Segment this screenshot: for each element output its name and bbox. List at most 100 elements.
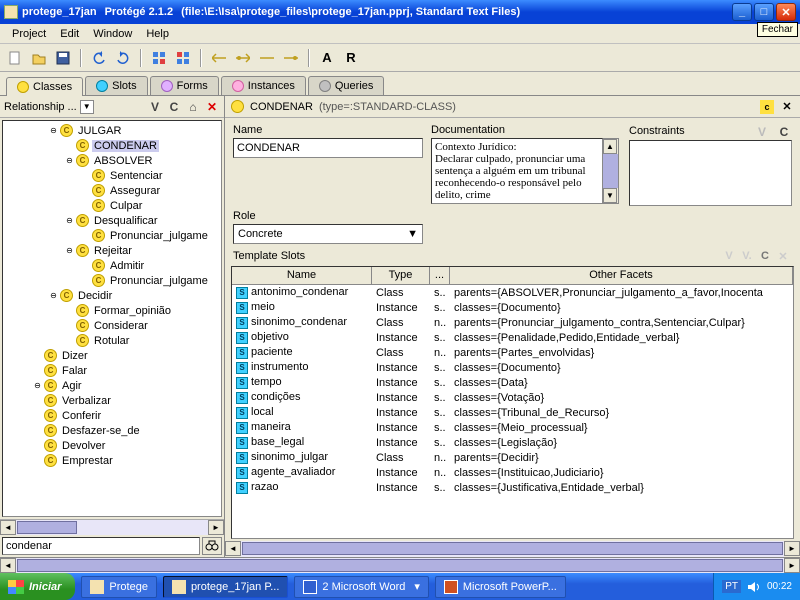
tool-r[interactable]: R xyxy=(342,49,360,67)
tab-slots[interactable]: Slots xyxy=(85,76,147,95)
undo-icon[interactable] xyxy=(90,49,108,67)
role-select[interactable]: Concrete▼ xyxy=(233,224,423,244)
table-row[interactable]: Ssinonimo_julgarClassn..parents={Decidir… xyxy=(232,450,793,465)
tab-instances[interactable]: Instances xyxy=(221,76,306,95)
panel-hthumb[interactable] xyxy=(242,542,783,555)
tree-node[interactable]: CEmprestar xyxy=(3,453,221,468)
panel-scroll-right[interactable]: ► xyxy=(784,541,800,556)
slot-btn-1[interactable]: V xyxy=(720,248,738,264)
tree-node[interactable]: CSentenciar xyxy=(3,168,221,183)
table-row[interactable]: SmeioInstances..classes={Documento} xyxy=(232,300,793,315)
scroll-left-icon[interactable]: ◄ xyxy=(0,520,16,535)
create-btn[interactable]: C xyxy=(166,99,182,115)
class-tree[interactable]: ⊖CJULGARCCONDENAR⊖CABSOLVERCSentenciarCA… xyxy=(2,120,222,517)
close-button[interactable]: ✕ xyxy=(776,3,796,21)
redo-icon[interactable] xyxy=(114,49,132,67)
tab-forms[interactable]: Forms xyxy=(150,76,219,95)
tree-node[interactable]: CCONDENAR xyxy=(3,138,221,153)
tool-icon-4[interactable] xyxy=(234,49,252,67)
tree-node[interactable]: CRotular xyxy=(3,333,221,348)
tree-node[interactable]: CFalar xyxy=(3,363,221,378)
tool-icon-2[interactable] xyxy=(174,49,192,67)
col-dots[interactable]: ... xyxy=(430,267,450,284)
tree-node[interactable]: CDevolver xyxy=(3,438,221,453)
col-type[interactable]: Type xyxy=(372,267,430,284)
menu-window[interactable]: Window xyxy=(87,26,138,42)
task-protege[interactable]: Protege xyxy=(81,576,157,598)
tool-icon-6[interactable] xyxy=(282,49,300,67)
tree-node[interactable]: CVerbalizar xyxy=(3,393,221,408)
tree-node[interactable]: ⊖CDecidir xyxy=(3,288,221,303)
collapse-btn[interactable]: c xyxy=(760,100,774,114)
constraints-box[interactable] xyxy=(629,140,792,206)
table-row[interactable]: Santonimo_condenarClasss..parents={ABSOL… xyxy=(232,285,793,300)
table-row[interactable]: Sbase_legalInstances..classes={Legislaçã… xyxy=(232,435,793,450)
tool-icon-5[interactable] xyxy=(258,49,276,67)
table-row[interactable]: SlocalInstances..classes={Tribunal_de_Re… xyxy=(232,405,793,420)
doc-field[interactable]: Contexto Jurídico: Declarar culpado, pro… xyxy=(431,138,603,204)
tree-node[interactable]: CPronunciar_julgame xyxy=(3,228,221,243)
table-row[interactable]: SrazaoInstances..classes={Justificativa,… xyxy=(232,480,793,495)
table-row[interactable]: StempoInstances..classes={Data} xyxy=(232,375,793,390)
tool-icon-3[interactable] xyxy=(210,49,228,67)
menu-edit[interactable]: Edit xyxy=(54,26,85,42)
name-field[interactable] xyxy=(233,138,423,158)
scrollbar-thumb[interactable] xyxy=(17,521,77,534)
new-icon[interactable] xyxy=(6,49,24,67)
scroll-right-icon[interactable]: ► xyxy=(208,520,224,535)
binoculars-icon[interactable] xyxy=(202,537,222,555)
outer-hthumb[interactable] xyxy=(17,559,783,572)
slot-btn-4[interactable]: ✕ xyxy=(774,248,792,264)
tree-node[interactable]: CAssegurar xyxy=(3,183,221,198)
tree-node[interactable]: CDizer xyxy=(3,348,221,363)
doc-scrollbar[interactable]: ▲ ▼ xyxy=(603,138,619,204)
outer-scroll-left[interactable]: ◄ xyxy=(0,558,16,573)
minimize-button[interactable]: _ xyxy=(732,3,752,21)
table-row[interactable]: SinstrumentoInstances..classes={Document… xyxy=(232,360,793,375)
table-row[interactable]: SobjetivoInstances..classes={Penalidade,… xyxy=(232,330,793,345)
tree-node[interactable]: CPronunciar_julgame xyxy=(3,273,221,288)
tree-node[interactable]: CConsiderar xyxy=(3,318,221,333)
scroll-up-icon[interactable]: ▲ xyxy=(603,139,617,154)
relationship-combo[interactable]: ▼ xyxy=(80,100,94,114)
menu-help[interactable]: Help xyxy=(140,26,175,42)
tree-node[interactable]: CAdmitir xyxy=(3,258,221,273)
tree-node[interactable]: CFormar_opinião xyxy=(3,303,221,318)
save-icon[interactable] xyxy=(54,49,72,67)
tab-queries[interactable]: Queries xyxy=(308,76,385,95)
language-indicator[interactable]: PT xyxy=(722,580,741,593)
start-button[interactable]: Iniciar xyxy=(0,573,75,600)
tree-node[interactable]: ⊖CDesqualificar xyxy=(3,213,221,228)
table-row[interactable]: Sagente_avaliadorInstancen..classes={Ins… xyxy=(232,465,793,480)
search-input[interactable] xyxy=(2,537,200,555)
tree-hscroll[interactable]: ◄ ► xyxy=(0,519,224,535)
table-row[interactable]: SpacienteClassn..parents={Partes_envolvi… xyxy=(232,345,793,360)
tree-node[interactable]: CCulpar xyxy=(3,198,221,213)
table-row[interactable]: ScondiçõesInstances..classes={Votação} xyxy=(232,390,793,405)
tree-node[interactable]: ⊖CABSOLVER xyxy=(3,153,221,168)
tree-node[interactable]: ⊖CRejeitar xyxy=(3,243,221,258)
task-ppt[interactable]: Microsoft PowerP... xyxy=(435,576,566,598)
tree-node[interactable]: CDesfazer-se_de xyxy=(3,423,221,438)
col-name[interactable]: Name xyxy=(232,267,372,284)
table-row[interactable]: SmaneiraInstances..classes={Meio_process… xyxy=(232,420,793,435)
tree-node[interactable]: ⊖CAgir xyxy=(3,378,221,393)
close-editor-btn[interactable]: ✕ xyxy=(780,100,794,114)
scroll-down-icon[interactable]: ▼ xyxy=(603,188,617,203)
slot-btn-2[interactable]: V. xyxy=(738,248,756,264)
tree-node[interactable]: CConferir xyxy=(3,408,221,423)
clock[interactable]: 00:22 xyxy=(767,581,792,592)
volume-icon[interactable] xyxy=(747,580,761,594)
con-v-btn[interactable]: V xyxy=(754,124,770,140)
panel-scroll-left[interactable]: ◄ xyxy=(225,541,241,556)
task-word[interactable]: 2 Microsoft Word▾ xyxy=(294,576,428,598)
open-icon[interactable] xyxy=(30,49,48,67)
delete-icon[interactable]: ✕ xyxy=(204,99,220,115)
menu-project[interactable]: Project xyxy=(6,26,52,42)
table-row[interactable]: Ssinonimo_condenarClassn..parents={Pronu… xyxy=(232,315,793,330)
tool-icon-1[interactable] xyxy=(150,49,168,67)
home-icon[interactable]: ⌂ xyxy=(185,99,201,115)
col-facets[interactable]: Other Facets xyxy=(450,267,793,284)
tab-classes[interactable]: Classes xyxy=(6,77,83,96)
tool-a[interactable]: A xyxy=(318,49,336,67)
